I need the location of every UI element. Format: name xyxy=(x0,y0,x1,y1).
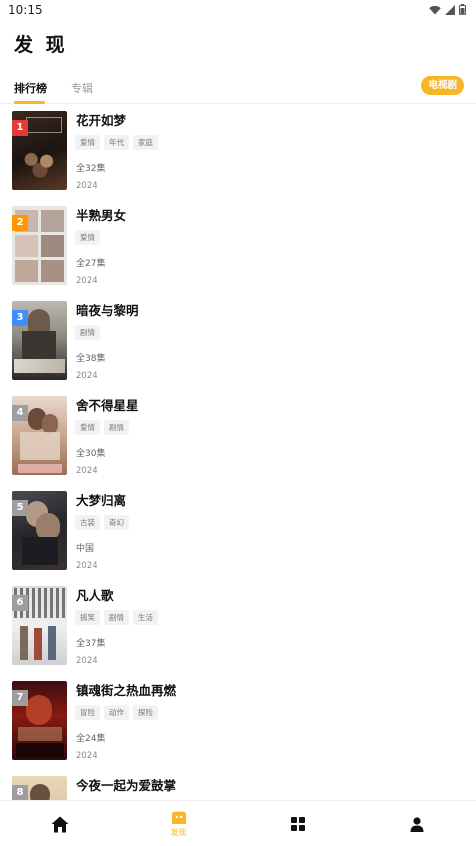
tab-ranking[interactable]: 排行榜 xyxy=(14,80,47,96)
episode-count: 全24集 xyxy=(76,734,106,744)
tag: 家庭 xyxy=(133,135,158,150)
tag: 冒险 xyxy=(75,705,100,720)
nav-category[interactable] xyxy=(238,801,357,846)
tag-list: 剧情 xyxy=(75,325,100,340)
episode-count: 全37集 xyxy=(76,639,106,649)
release-year: 2024 xyxy=(76,561,98,571)
list-item[interactable]: 1 花开如梦 爱情 年代 家庭 全32集 2024 xyxy=(0,104,476,199)
rank-badge: 3 xyxy=(12,310,28,326)
home-icon xyxy=(51,816,68,832)
list-item[interactable]: 3 暗夜与黎明 剧情 全38集 2024 xyxy=(0,294,476,389)
episode-count: 全38集 xyxy=(76,354,106,364)
category-pill-tv[interactable]: 电视剧 xyxy=(421,76,464,95)
nav-profile[interactable] xyxy=(357,801,476,846)
rank-badge: 8 xyxy=(12,785,28,800)
status-bar: 10:15 xyxy=(0,0,476,22)
item-title: 今夜一起为爱鼓掌 xyxy=(76,778,177,793)
rank-badge: 2 xyxy=(12,215,28,231)
tag: 生活 xyxy=(133,610,158,625)
bottom-nav: 发现 xyxy=(0,800,476,846)
episode-count: 全32集 xyxy=(76,164,106,174)
rank-badge: 4 xyxy=(12,405,28,421)
tab-album[interactable]: 专辑 xyxy=(71,80,93,96)
tag: 动作 xyxy=(104,705,129,720)
rank-badge: 5 xyxy=(12,500,28,516)
tag: 剧情 xyxy=(104,610,129,625)
status-time: 10:15 xyxy=(8,3,43,17)
tag: 探险 xyxy=(133,705,158,720)
item-title: 半熟男女 xyxy=(76,208,127,223)
user-icon xyxy=(410,816,423,832)
page-title: 发 现 xyxy=(14,34,68,56)
grid-icon xyxy=(290,817,305,831)
tag: 爱情 xyxy=(75,420,100,435)
episode-count: 全30集 xyxy=(76,449,106,459)
tag-list: 古装 奇幻 xyxy=(75,515,129,530)
nav-home[interactable] xyxy=(0,801,119,846)
tag-list: 爱情 年代 家庭 xyxy=(75,135,158,150)
release-year: 2024 xyxy=(76,276,98,286)
list-item[interactable]: 2 半熟男女 爱情 全27集 2024 xyxy=(0,199,476,294)
tag-list: 爱情 剧情 xyxy=(75,420,129,435)
list-item[interactable]: 4 舍不得星星 爱情 剧情 全30集 2024 xyxy=(0,389,476,484)
tag: 爱情 xyxy=(75,230,100,245)
episode-count: 全27集 xyxy=(76,259,106,269)
tab-bar: 排行榜 专辑 电视剧 xyxy=(0,72,476,104)
list-item[interactable]: 7 镇魂街之热血再燃 冒险 动作 探险 全24集 2024 xyxy=(0,674,476,769)
release-year: 2024 xyxy=(76,656,98,666)
list-item[interactable]: 6 凡人歌 搞笑 剧情 生活 全37集 2024 xyxy=(0,579,476,674)
signal-icon xyxy=(445,4,455,15)
tag: 古装 xyxy=(75,515,100,530)
list-item[interactable]: 5 大梦归离 古装 奇幻 中国 2024 xyxy=(0,484,476,579)
item-title: 花开如梦 xyxy=(76,113,127,128)
battery-icon xyxy=(459,4,466,15)
tag: 年代 xyxy=(104,135,129,150)
tag: 爱情 xyxy=(75,135,100,150)
list-item[interactable]: 8 今夜一起为爱鼓掌 xyxy=(0,769,476,800)
tag: 剧情 xyxy=(75,325,100,340)
tag: 剧情 xyxy=(104,420,129,435)
release-year: 2024 xyxy=(76,181,98,191)
rank-badge: 6 xyxy=(12,595,28,611)
region: 中国 xyxy=(76,544,95,554)
nav-discover-label: 发现 xyxy=(170,827,187,837)
release-year: 2024 xyxy=(76,751,98,761)
rank-badge: 7 xyxy=(12,690,28,706)
release-year: 2024 xyxy=(76,371,98,381)
discover-icon xyxy=(171,811,186,824)
tag: 奇幻 xyxy=(104,515,129,530)
item-title: 大梦归离 xyxy=(76,493,127,508)
tag-list: 搞笑 剧情 生活 xyxy=(75,610,158,625)
nav-discover[interactable]: 发现 xyxy=(119,801,238,846)
release-year: 2024 xyxy=(76,466,98,476)
status-icons xyxy=(429,4,466,15)
item-title: 凡人歌 xyxy=(76,588,114,603)
rank-badge: 1 xyxy=(12,120,28,136)
item-title: 舍不得星星 xyxy=(76,398,139,413)
tag-list: 爱情 xyxy=(75,230,100,245)
wifi-icon xyxy=(429,5,441,14)
tag: 搞笑 xyxy=(75,610,100,625)
item-title: 镇魂街之热血再燃 xyxy=(76,683,177,698)
ranking-list: 1 花开如梦 爱情 年代 家庭 全32集 2024 2 半熟男女 爱情 全27集… xyxy=(0,104,476,800)
item-title: 暗夜与黎明 xyxy=(76,303,139,318)
tag-list: 冒险 动作 探险 xyxy=(75,705,158,720)
